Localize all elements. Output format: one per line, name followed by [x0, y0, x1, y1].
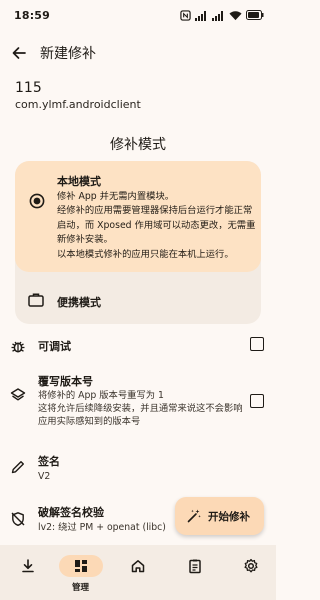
option-bypass-signature-title: 破解签名校验: [38, 506, 104, 519]
dashboard-icon: [74, 560, 87, 572]
mode-option-portable[interactable]: 便携模式: [15, 282, 261, 324]
option-signature-title: 签名: [38, 455, 60, 468]
pen-icon: [11, 461, 24, 474]
app-name: 115: [15, 80, 42, 96]
radio-selected-icon: [29, 193, 45, 209]
gear-icon: [243, 558, 258, 573]
option-override-version-description: 将修补的 App 版本号重写为 1 这将允许后续降级安装，并且通常来说这不会影响…: [38, 389, 248, 428]
home-icon: [131, 560, 144, 573]
option-signature[interactable]: 签名 V2: [0, 447, 276, 487]
wifi-icon: [229, 10, 242, 20]
app-bar: 新建修补: [0, 38, 276, 68]
back-button[interactable]: [10, 44, 28, 62]
mode-portable-title: 便携模式: [57, 296, 101, 309]
clipboard-icon: [188, 559, 201, 574]
patch-mode-card: 本地模式 修补 App 并无需内置模块。 经修补的应用需要管理器保持后台运行才能…: [15, 161, 261, 324]
nav-label-manage: 管理: [71, 583, 89, 593]
mode-local-line-2: 经修补的应用需要管理器保持后台运行才能正常启动，而 Xposed 作用域可以动态…: [57, 205, 256, 246]
mode-local-description: 修补 App 并无需内置模块。 经修补的应用需要管理器保持后台运行才能正常启动，…: [57, 190, 257, 262]
status-icons: [180, 9, 264, 21]
briefcase-icon: [28, 293, 44, 307]
signal-icon: [195, 10, 206, 21]
option-debuggable-title: 可调试: [38, 340, 71, 353]
page-title: 新建修补: [40, 46, 96, 62]
start-patch-button[interactable]: 开始修补: [175, 497, 264, 535]
override-version-line-2: 这将允许后续降级安装，并且通常来说这不会影响应用实际感知到的版本号: [38, 403, 243, 427]
bottom-navigation: 管理: [0, 545, 276, 600]
bug-icon: [11, 341, 25, 353]
nav-item-manage[interactable]: 管理: [53, 545, 108, 600]
package-name: com.ylmf.androidclient: [15, 98, 141, 111]
signal-icon: [212, 10, 223, 21]
shield-off-icon: [11, 512, 25, 526]
debuggable-checkbox[interactable]: [250, 337, 264, 351]
override-version-checkbox[interactable]: [250, 394, 264, 408]
mode-local-title: 本地模式: [57, 175, 101, 188]
option-override-version-title: 覆写版本号: [38, 375, 93, 388]
section-title: 修补模式: [110, 137, 166, 153]
battery-icon: [246, 10, 264, 20]
start-patch-label: 开始修补: [208, 510, 250, 523]
nav-item-settings[interactable]: [223, 545, 278, 600]
nav-item-logs[interactable]: [167, 545, 222, 600]
override-version-line-1: 将修补的 App 版本号重写为 1: [38, 390, 164, 401]
mode-local-line-1: 修补 App 并无需内置模块。: [57, 191, 175, 202]
nav-item-download[interactable]: [0, 545, 55, 600]
layers-icon: [10, 388, 26, 401]
download-icon: [21, 559, 34, 573]
magic-wand-icon: [187, 509, 201, 523]
option-signature-value: V2: [38, 471, 51, 482]
nfc-icon: [180, 9, 191, 21]
mode-option-local[interactable]: 本地模式 修补 App 并无需内置模块。 经修补的应用需要管理器保持后台运行才能…: [15, 161, 261, 272]
option-override-version[interactable]: 覆写版本号 将修补的 App 版本号重写为 1 这将允许后续降级安装，并且通常来…: [0, 369, 276, 431]
nav-item-home[interactable]: [110, 545, 165, 600]
option-debuggable[interactable]: 可调试: [0, 333, 276, 359]
status-bar: 18:59: [0, 0, 276, 30]
mode-local-line-3: 以本地模式修补的应用只能在本机上运行。: [57, 248, 234, 260]
arrow-back-icon: [12, 47, 26, 59]
status-time: 18:59: [14, 8, 51, 22]
